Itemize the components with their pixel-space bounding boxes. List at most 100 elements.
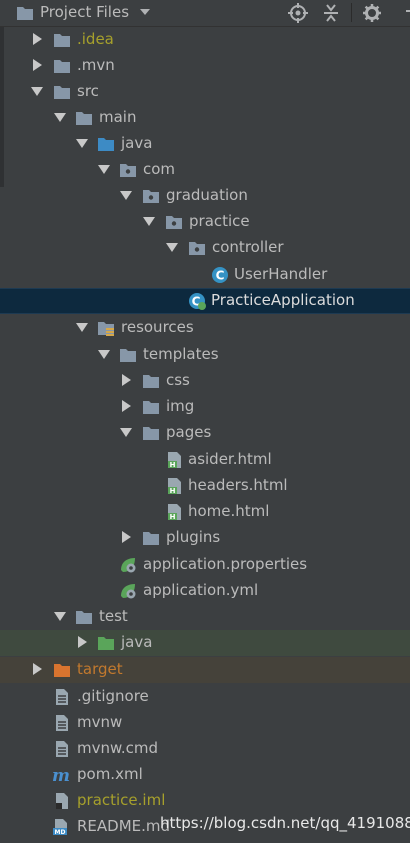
tree-item-label: com <box>143 160 176 178</box>
package-icon <box>189 242 205 255</box>
tree-item-label: plugins <box>166 528 221 546</box>
collapse-arrow-icon[interactable] <box>120 191 132 200</box>
tree-item-idea[interactable]: .idea <box>0 27 410 53</box>
tree-item-label: home.html <box>188 502 270 520</box>
tree-item-target[interactable]: target <box>0 657 410 683</box>
collapse-arrow-icon[interactable] <box>76 139 88 148</box>
tree-item-label: .idea <box>77 30 114 48</box>
folder-icon <box>120 349 136 362</box>
tree-item-label: templates <box>143 345 219 363</box>
tree-item-main[interactable]: main <box>0 105 410 131</box>
tree-item-java-source[interactable]: java <box>0 131 410 157</box>
text-file-icon <box>56 741 68 757</box>
collapse-arrow-icon[interactable] <box>98 165 110 174</box>
tree-item-label: src <box>77 82 99 100</box>
expand-arrow-icon[interactable] <box>33 59 42 71</box>
tree-item-label: practice.iml <box>77 791 166 809</box>
tree-item-label: pages <box>166 423 212 441</box>
package-icon <box>166 216 182 229</box>
gear-icon[interactable] <box>361 2 383 24</box>
chevron-down-icon[interactable] <box>140 9 150 15</box>
expand-arrow-icon[interactable] <box>122 531 131 543</box>
folder-icon <box>76 611 92 624</box>
tree-item-label: img <box>166 397 195 415</box>
expand-arrow-icon[interactable] <box>122 374 131 386</box>
tree-item-userhandler[interactable]: C UserHandler <box>0 262 410 288</box>
tree-item-label: application.properties <box>143 555 308 573</box>
collapse-arrow-icon[interactable] <box>120 428 132 437</box>
tree-item-application-properties[interactable]: application.properties <box>0 552 410 578</box>
collapse-arrow-icon[interactable] <box>76 323 88 332</box>
svg-text:MD: MD <box>55 829 66 836</box>
text-file-icon <box>56 715 68 731</box>
tree-item-test[interactable]: test <box>0 604 410 630</box>
toolbar-separator <box>351 3 352 22</box>
text-file-icon <box>56 689 68 705</box>
java-class-icon: C <box>212 267 228 283</box>
tree-item-css[interactable]: css <box>0 368 410 394</box>
tree-item-java-test[interactable]: java <box>0 630 410 656</box>
tree-item-label: java <box>121 134 153 152</box>
collapse-arrow-icon[interactable] <box>31 87 43 96</box>
tree-item-com[interactable]: com <box>0 157 410 183</box>
tree-item-application-yml[interactable]: application.yml <box>0 578 410 604</box>
tree-item-asider-html[interactable]: H asider.html <box>0 447 410 473</box>
module-file-icon <box>56 793 68 809</box>
tree-item-label: practice <box>189 212 250 230</box>
tree-item-resources[interactable]: resources <box>0 315 410 341</box>
tree-item-img[interactable]: img <box>0 394 410 420</box>
html-file-icon: H <box>168 452 181 469</box>
test-folder-icon <box>98 637 114 650</box>
tree-item-mvnw[interactable]: mvnw <box>0 710 410 736</box>
collapse-arrow-icon[interactable] <box>98 350 110 359</box>
tree-item-label: test <box>99 607 128 625</box>
tree-item-pom-xml[interactable]: m pom.xml <box>0 762 410 788</box>
folder-icon <box>17 7 33 20</box>
tree-item-practice[interactable]: practice <box>0 209 410 235</box>
tree-item-label: controller <box>212 238 284 256</box>
tree-item-headers-html[interactable]: H headers.html <box>0 473 410 499</box>
tree-item-label: asider.html <box>188 450 272 468</box>
tree-item-practice-iml[interactable]: practice.iml <box>0 788 410 814</box>
svg-text:H: H <box>170 513 176 521</box>
spring-config-file-icon <box>121 584 136 599</box>
folder-icon <box>54 86 70 99</box>
tree-item-mvn[interactable]: .mvn <box>0 53 410 79</box>
tree-item-label: mvnw.cmd <box>77 739 159 757</box>
tree-item-label: headers.html <box>188 476 288 494</box>
expand-arrow-icon[interactable] <box>33 33 42 45</box>
folder-icon <box>54 34 70 47</box>
tree-item-practiceapplication[interactable]: C PracticeApplication <box>0 288 410 314</box>
expand-arrow-icon[interactable] <box>33 663 42 675</box>
tree-item-label: mvnw <box>77 713 123 731</box>
tree-item-gitignore[interactable]: .gitignore <box>0 684 410 710</box>
tree-item-label: .gitignore <box>77 687 149 705</box>
folder-icon <box>143 427 159 440</box>
expand-arrow-icon[interactable] <box>122 400 131 412</box>
locate-icon[interactable] <box>287 2 309 24</box>
expand-arrow-icon[interactable] <box>78 636 87 648</box>
tree-item-graduation[interactable]: graduation <box>0 183 410 209</box>
collapse-arrow-icon[interactable] <box>166 243 178 252</box>
tree-item-label: PracticeApplication <box>211 291 355 309</box>
project-view-selector[interactable]: Project Files <box>40 3 129 21</box>
tree-item-label: css <box>166 371 190 389</box>
tree-item-pages[interactable]: pages <box>0 420 410 446</box>
tree-item-controller[interactable]: controller <box>0 235 410 261</box>
collapse-arrow-icon[interactable] <box>143 217 155 226</box>
folder-icon <box>54 60 70 73</box>
svg-text:H: H <box>170 461 176 469</box>
tree-item-src[interactable]: src <box>0 79 410 105</box>
tree-item-plugins[interactable]: plugins <box>0 525 410 551</box>
folder-icon <box>143 401 159 414</box>
project-panel-header: Project Files <box>0 0 410 27</box>
collapse-all-icon[interactable] <box>320 2 342 24</box>
tree-item-mvnw-cmd[interactable]: mvnw.cmd <box>0 736 410 762</box>
hide-panel-icon[interactable] <box>406 10 410 12</box>
tree-item-home-html[interactable]: H home.html <box>0 499 410 525</box>
svg-text:H: H <box>170 487 176 495</box>
collapse-arrow-icon[interactable] <box>54 612 66 621</box>
tree-item-templates[interactable]: templates <box>0 342 410 368</box>
collapse-arrow-icon[interactable] <box>54 113 66 122</box>
markdown-file-icon: MD <box>53 819 67 836</box>
